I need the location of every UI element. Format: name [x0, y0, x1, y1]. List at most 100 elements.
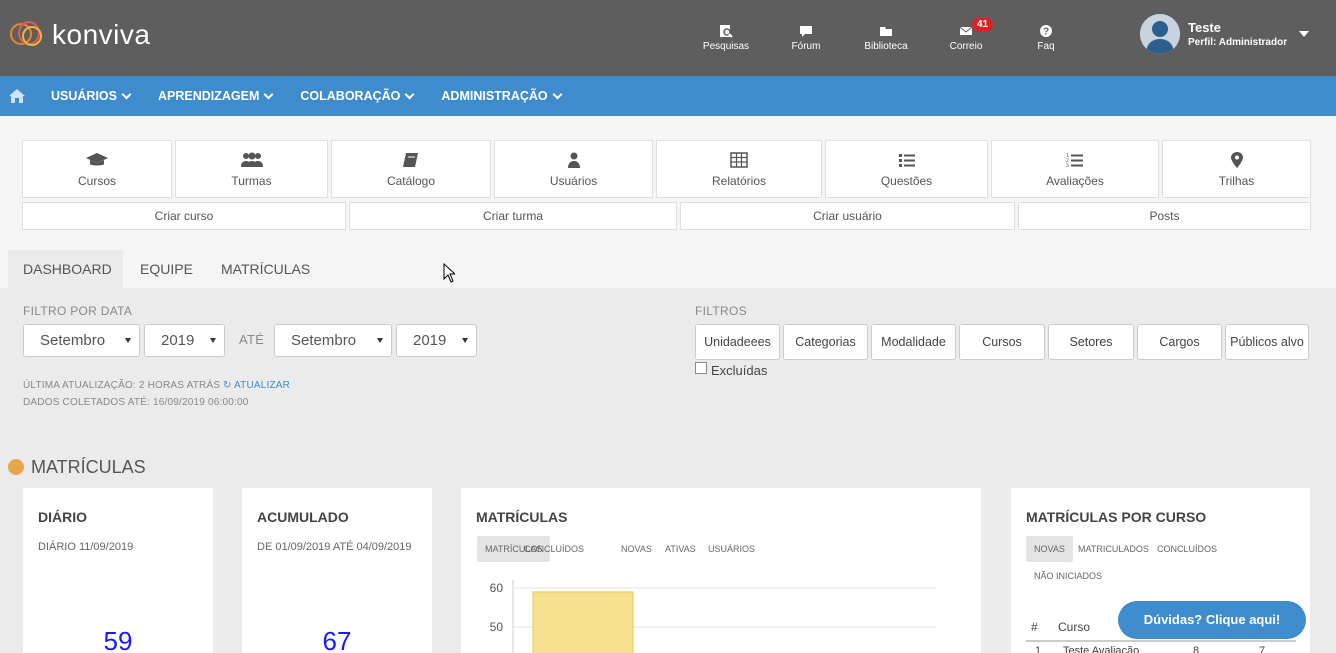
pill-concluidos[interactable]: CONCLUÍDOS: [516, 536, 592, 562]
user-role: Perfil: Administrador: [1188, 37, 1288, 48]
dropdown-arrow-icon: [125, 338, 131, 343]
tile-turmas[interactable]: Turmas: [175, 140, 328, 198]
search-doc-icon: [720, 25, 733, 38]
pill-concluidos-course[interactable]: CONCLUÍDOS: [1149, 536, 1225, 562]
tile-avaliacoes[interactable]: 123 Avaliações: [991, 140, 1159, 198]
users-group-icon: [240, 152, 263, 167]
collected-text: DADOS COLETADOS ATÉ: 16/09/2019 06:00:00: [23, 397, 249, 408]
create-class-button[interactable]: Criar turma: [349, 202, 677, 230]
tab-equipe[interactable]: EQUIPE: [140, 250, 193, 288]
table-icon: [730, 152, 748, 168]
create-course-button[interactable]: Criar curso: [22, 202, 346, 230]
row-course: Teste Avaliação: [1063, 645, 1140, 653]
nav-administracao-label: ADMINISTRAÇÃO: [441, 89, 548, 103]
chat-icon: [800, 26, 812, 37]
pill-nao-iniciados[interactable]: NÃO INICIADOS: [1026, 563, 1110, 589]
y-tick-label: 60: [490, 581, 504, 595]
tile-questoes[interactable]: Questões: [825, 140, 988, 198]
chevron-down-icon: [552, 89, 563, 99]
dashboard-tabs: DASHBOARD EQUIPE MATRÍCULAS: [0, 250, 1336, 288]
tile-turmas-label: Turmas: [231, 174, 272, 188]
tile-trilhas[interactable]: Trilhas: [1162, 140, 1311, 198]
home-icon[interactable]: [9, 89, 25, 103]
topnav-faq[interactable]: ? Faq: [1006, 18, 1086, 52]
filter-setores-button[interactable]: Setores: [1048, 324, 1134, 360]
tile-catalogo[interactable]: Catálogo: [331, 140, 491, 198]
tile-avaliacoes-label: Avaliações: [1046, 174, 1104, 188]
daily-title: DIÁRIO: [38, 509, 87, 525]
pill-usuarios[interactable]: USUÁRIOS: [700, 536, 763, 562]
excluded-checkbox[interactable]: [695, 362, 707, 374]
topnav-pesquisas-label: Pesquisas: [702, 41, 750, 52]
filter-categorias-button[interactable]: Categorias: [783, 324, 868, 360]
table-header-course: Curso: [1058, 620, 1091, 634]
pill-matriculados[interactable]: MATRICULADOS: [1070, 536, 1157, 562]
nav-colaboracao[interactable]: COLABORAÇÃO: [300, 89, 415, 103]
tile-usuarios-label: Usuários: [549, 174, 598, 188]
book-icon: [403, 153, 418, 167]
top-header: konviva Pesquisas Fórum Biblioteca Corre…: [0, 0, 1336, 76]
konviva-logo[interactable]: konviva: [8, 18, 150, 52]
tile-relatorios[interactable]: Relatórios: [656, 140, 822, 198]
tile-catalogo-label: Catálogo: [386, 174, 436, 188]
svg-text:3: 3: [1066, 163, 1069, 168]
user-menu[interactable]: Teste Perfil: Administrador: [1140, 14, 1310, 54]
posts-button[interactable]: Posts: [1018, 202, 1311, 230]
to-month-value: Setembro: [291, 332, 357, 349]
nav-administracao[interactable]: ADMINISTRAÇÃO: [441, 89, 563, 103]
folder-icon: [880, 27, 892, 36]
filter-cursos-button[interactable]: Cursos: [959, 324, 1045, 360]
create-user-button[interactable]: Criar usuário: [680, 202, 1015, 230]
to-year-select[interactable]: 2019: [396, 324, 477, 357]
refresh-label: ATUALIZAR: [234, 380, 291, 391]
map-marker-icon: [1230, 152, 1243, 168]
chart-bar[interactable]: [532, 591, 634, 653]
daily-subtitle: DIÁRIO 11/09/2019: [38, 541, 134, 553]
pill-novas-course[interactable]: NOVAS: [1026, 536, 1073, 562]
filter-unidades-button[interactable]: Unidadeees: [695, 324, 780, 360]
filter-modalidade-button[interactable]: Modalidade: [871, 324, 956, 360]
filter-publicos-button[interactable]: Públicos alvo: [1225, 324, 1309, 360]
daily-card: DIÁRIO DIÁRIO 11/09/2019 59: [23, 488, 213, 653]
nav-aprendizagem[interactable]: APRENDIZAGEM: [157, 89, 274, 103]
to-month-select[interactable]: Setembro: [274, 324, 392, 357]
dropdown-arrow-icon: [210, 338, 216, 343]
tab-dashboard[interactable]: DASHBOARD: [8, 250, 123, 288]
enrollments-title: MATRÍCULAS: [476, 509, 568, 525]
top-navigation: Pesquisas Fórum Biblioteca Correio 41 ? …: [686, 18, 1086, 52]
topnav-biblioteca[interactable]: Biblioteca: [846, 18, 926, 52]
from-month-value: Setembro: [40, 332, 106, 349]
dropdown-arrow-icon: [377, 338, 383, 343]
accumulated-card: ACUMULADO DE 01/09/2019 ATÉ 04/09/2019 6…: [242, 488, 432, 653]
refresh-link[interactable]: ↻ ATUALIZAR: [223, 380, 290, 391]
tab-matriculas[interactable]: MATRÍCULAS: [221, 250, 310, 288]
tile-cursos[interactable]: Cursos: [22, 140, 172, 198]
pill-novas[interactable]: NOVAS: [613, 536, 660, 562]
tile-cursos-label: Cursos: [77, 174, 116, 188]
filter-cargos-button[interactable]: Cargos: [1137, 324, 1222, 360]
mouse-cursor-icon: [443, 263, 455, 283]
tile-usuarios[interactable]: Usuários: [494, 140, 653, 198]
y-tick-label: 50: [490, 620, 504, 634]
caret-down-icon[interactable]: [1299, 31, 1310, 37]
ordered-list-icon: 123: [1066, 153, 1083, 168]
row-col-a: 8: [1193, 645, 1200, 653]
logo-rings-icon: [8, 18, 48, 52]
until-label: ATÉ: [239, 332, 265, 347]
date-filter-label: FILTRO POR DATA: [23, 304, 133, 318]
pill-ativas[interactable]: ATIVAS: [657, 536, 704, 562]
help-button[interactable]: Dúvidas? Clique aqui!: [1118, 601, 1306, 639]
table-divider: [1026, 640, 1296, 642]
section-title: MATRÍCULAS: [31, 457, 146, 477]
from-year-select[interactable]: 2019: [144, 324, 225, 357]
from-month-select[interactable]: Setembro: [23, 324, 140, 357]
nav-usuarios[interactable]: USUÁRIOS: [51, 89, 132, 103]
svg-text:?: ?: [1043, 27, 1049, 38]
by-course-title: MATRÍCULAS POR CURSO: [1026, 509, 1207, 525]
nav-aprendizagem-label: APRENDIZAGEM: [157, 89, 260, 103]
logo-text: konviva: [52, 19, 151, 50]
topnav-pesquisas[interactable]: Pesquisas: [686, 18, 766, 52]
table-row: 1 Teste Avaliação 8 7: [1011, 645, 1310, 653]
topnav-correio[interactable]: Correio 41: [926, 18, 1006, 52]
topnav-forum[interactable]: Fórum: [766, 18, 846, 52]
